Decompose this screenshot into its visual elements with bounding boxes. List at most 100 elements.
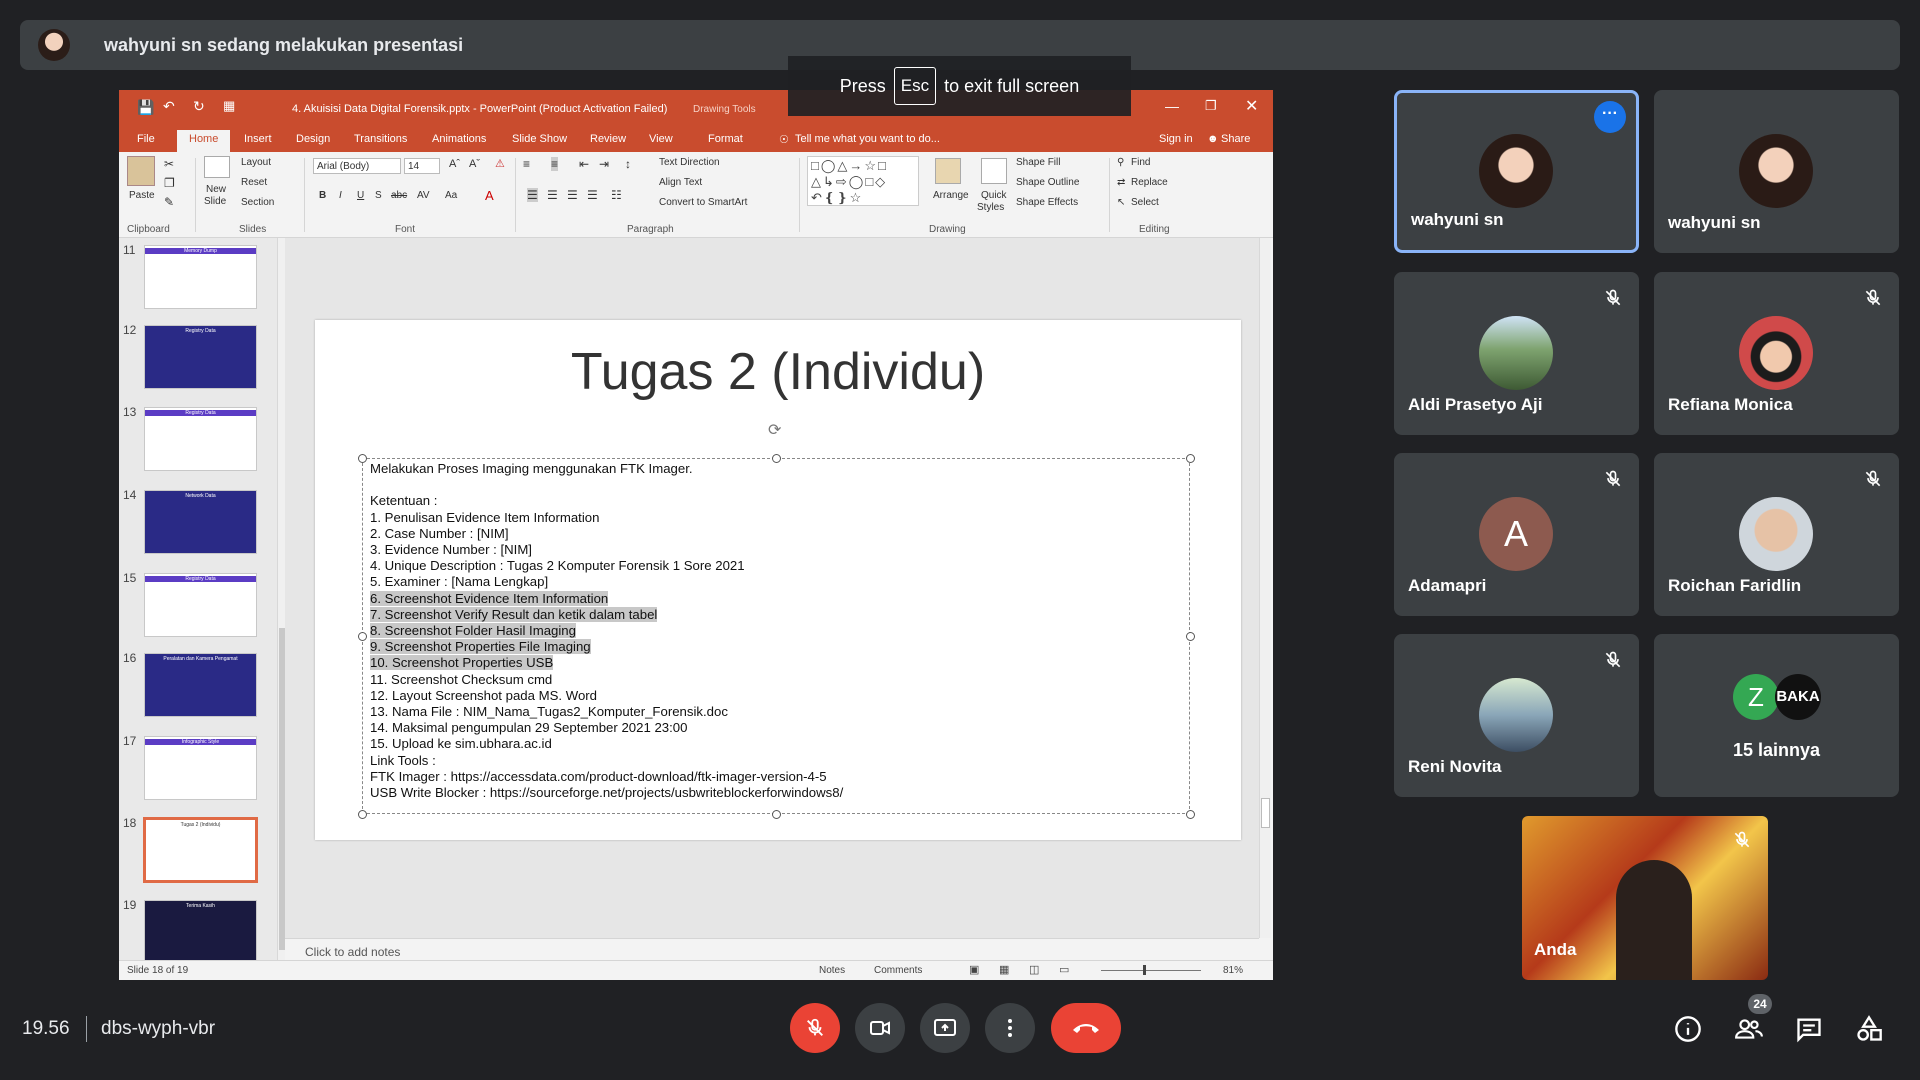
notes-pane[interactable]: Click to add notes <box>285 938 1259 960</box>
section-button[interactable]: Section <box>241 197 274 208</box>
undo-icon[interactable]: ↶ <box>163 98 175 115</box>
leave-call-button[interactable] <box>1051 1003 1121 1053</box>
slide-thumbnail[interactable]: Registry Data <box>144 325 257 389</box>
slide-sorter-icon[interactable]: ▦ <box>999 963 1009 976</box>
strikethrough-icon[interactable]: abc <box>391 190 407 201</box>
shrink-font-icon[interactable]: Aˇ <box>469 158 480 170</box>
rotate-handle-icon[interactable]: ⟳ <box>768 420 781 440</box>
resize-handle[interactable] <box>1186 632 1195 641</box>
font-size-select[interactable]: 14 <box>404 158 440 174</box>
justify-icon[interactable]: ☰ <box>587 188 598 202</box>
redo-icon[interactable]: ↻ <box>193 98 205 115</box>
align-right-icon[interactable]: ☰ <box>567 188 578 202</box>
tile-more-options-icon[interactable]: ··· <box>1594 101 1626 133</box>
tab-review[interactable]: Review <box>590 133 626 145</box>
tab-file[interactable]: File <box>137 133 155 145</box>
comments-toggle[interactable]: Comments <box>874 965 922 976</box>
new-slide-label-2[interactable]: Slide <box>204 196 226 207</box>
arrange-button[interactable]: Arrange <box>933 190 969 201</box>
participant-tile[interactable]: wahyuni sn ··· <box>1394 90 1639 253</box>
more-participants-tile[interactable]: Z BAKA 15 lainnya <box>1654 634 1899 797</box>
zoom-slider-thumb[interactable] <box>1143 965 1146 975</box>
tab-view[interactable]: View <box>649 133 673 145</box>
resize-handle[interactable] <box>772 810 781 819</box>
slide-thumbnail[interactable]: Terima Kasih <box>144 900 257 964</box>
normal-view-icon[interactable]: ▣ <box>969 963 979 976</box>
change-case-icon[interactable]: Aa <box>445 190 457 201</box>
tab-format[interactable]: Format <box>708 133 743 145</box>
participant-tile[interactable]: Aldi Prasetyo Aji <box>1394 272 1639 435</box>
shape-outline-button[interactable]: Shape Outline <box>1016 177 1079 188</box>
shapes-gallery[interactable]: □◯△→☆□ △↳⇨◯□◇ ↶❴❵☆ <box>807 156 919 206</box>
resize-handle[interactable] <box>358 810 367 819</box>
chat-button[interactable] <box>1792 1012 1826 1046</box>
reading-view-icon[interactable]: ◫ <box>1029 963 1039 976</box>
slideshow-view-icon[interactable]: ▭ <box>1059 963 1069 976</box>
tab-slide-show[interactable]: Slide Show <box>512 133 567 145</box>
resize-handle[interactable] <box>358 454 367 463</box>
align-left-icon[interactable]: ☰ <box>527 188 538 202</box>
align-center-icon[interactable]: ☰ <box>547 188 558 202</box>
resize-handle[interactable] <box>1186 454 1195 463</box>
participant-tile[interactable]: Reni Novita <box>1394 634 1639 797</box>
line-spacing-icon[interactable]: ↕ <box>625 157 631 171</box>
italic-icon[interactable]: I <box>339 190 342 201</box>
tab-insert[interactable]: Insert <box>244 133 272 145</box>
tab-transitions[interactable]: Transitions <box>354 133 407 145</box>
font-color-icon[interactable]: A <box>485 188 494 203</box>
arrange-icon[interactable] <box>935 158 961 184</box>
convert-smartart-button[interactable]: Convert to SmartArt <box>659 197 747 208</box>
tell-me-box[interactable]: Tell me what you want to do... <box>795 133 940 145</box>
shadow-icon[interactable]: S <box>375 190 382 201</box>
quick-styles-label-2[interactable]: Styles <box>977 202 1004 213</box>
slide-thumbnail[interactable]: Tugas 2 (Individu) <box>143 817 258 883</box>
tab-design[interactable]: Design <box>296 133 330 145</box>
slide-thumbnail[interactable]: Infographic Style <box>144 736 257 800</box>
bold-icon[interactable]: B <box>319 190 326 201</box>
self-video-tile[interactable]: Anda <box>1522 816 1768 980</box>
sign-in-link[interactable]: Sign in <box>1159 133 1193 145</box>
slide-thumbnail[interactable]: Peralatan dan Kamera Pengamat <box>144 653 257 717</box>
start-slideshow-icon[interactable]: ▦ <box>223 98 235 114</box>
participant-tile[interactable]: A Adamapri <box>1394 453 1639 616</box>
toggle-mic-button[interactable] <box>790 1003 840 1053</box>
participant-tile[interactable]: wahyuni sn <box>1654 90 1899 253</box>
current-slide[interactable]: Tugas 2 (Individu) ⟳ Melakukan Proses Im… <box>315 320 1241 840</box>
font-name-select[interactable]: Arial (Body) <box>313 158 401 174</box>
share-button[interactable]: Share <box>1221 133 1250 145</box>
columns-icon[interactable]: ☷ <box>611 188 622 202</box>
quick-styles-label-1[interactable]: Quick <box>981 190 1007 201</box>
tab-animations[interactable]: Animations <box>432 133 486 145</box>
meeting-details-button[interactable] <box>1671 1012 1705 1046</box>
numbering-icon[interactable]: ≡ <box>551 157 559 171</box>
slide-scroll-thumb[interactable] <box>1261 798 1270 828</box>
slide-thumbnail[interactable]: Registry Data <box>144 573 257 637</box>
select-button[interactable]: Select <box>1131 197 1159 208</box>
slide-thumbnail[interactable]: Memory Dump <box>144 245 257 309</box>
text-direction-button[interactable]: Text Direction <box>659 157 720 168</box>
replace-button[interactable]: Replace <box>1131 177 1168 188</box>
underline-icon[interactable]: U <box>357 190 364 201</box>
restore-icon[interactable]: ❐ <box>1205 98 1217 114</box>
zoom-level[interactable]: 81% <box>1223 965 1243 976</box>
resize-handle[interactable] <box>358 632 367 641</box>
notes-toggle[interactable]: Notes <box>819 965 845 976</box>
slide-title[interactable]: Tugas 2 (Individu) <box>315 342 1241 402</box>
slide-scrollbar[interactable] <box>1259 238 1271 938</box>
decrease-indent-icon[interactable]: ⇤ <box>579 157 589 171</box>
clear-format-icon[interactable]: ⚠ <box>495 157 505 170</box>
grow-font-icon[interactable]: Aˆ <box>449 158 460 170</box>
layout-button[interactable]: Layout <box>241 157 271 168</box>
tab-home[interactable]: Home <box>177 130 231 152</box>
participant-tile[interactable]: Refiana Monica <box>1654 272 1899 435</box>
slide-thumbnail[interactable]: Registry Data <box>144 407 257 471</box>
close-icon[interactable]: ✕ <box>1245 96 1258 116</box>
shape-fill-button[interactable]: Shape Fill <box>1016 157 1060 168</box>
present-screen-button[interactable] <box>920 1003 970 1053</box>
resize-handle[interactable] <box>1186 810 1195 819</box>
quick-styles-icon[interactable] <box>981 158 1007 184</box>
cut-icon[interactable]: ✂ <box>164 157 174 171</box>
paste-icon[interactable] <box>127 156 155 186</box>
bullets-icon[interactable]: ≡ <box>523 157 530 171</box>
shape-effects-button[interactable]: Shape Effects <box>1016 197 1078 208</box>
